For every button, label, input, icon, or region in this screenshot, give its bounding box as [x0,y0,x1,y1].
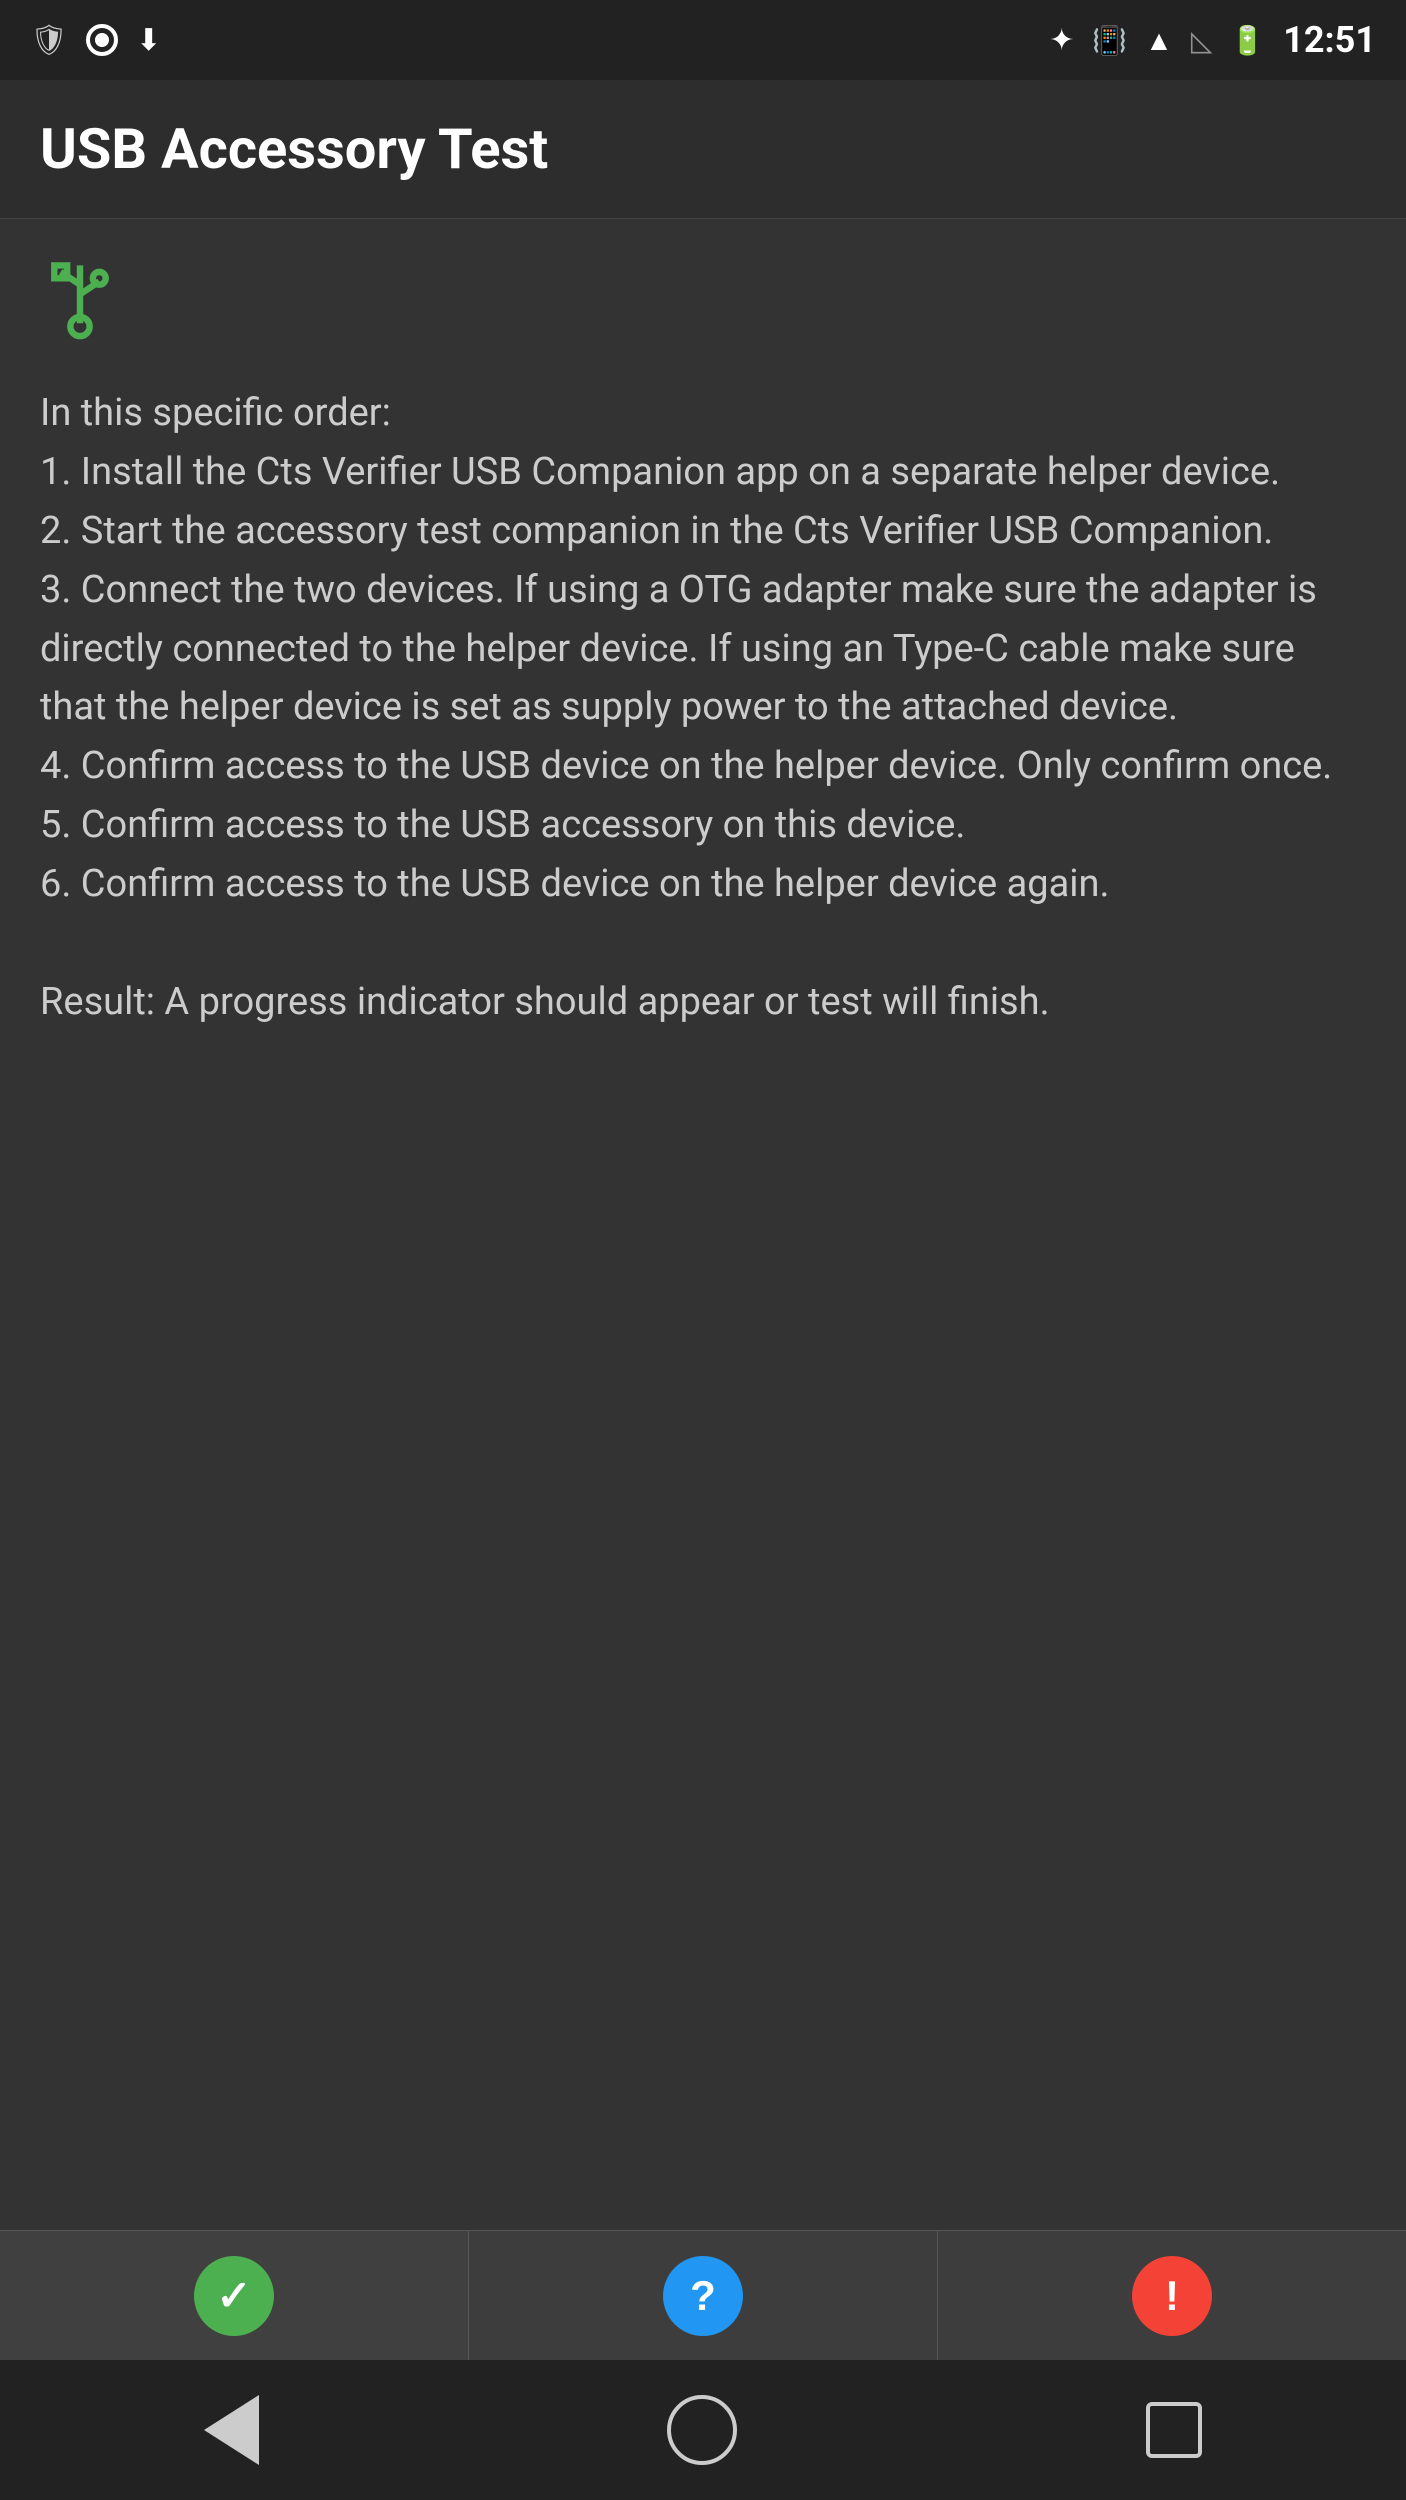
shield-icon: 🛡 [30,23,68,58]
page-title: USB Accessory Test [40,116,548,182]
app-bar: USB Accessory Test [0,80,1406,219]
battery-icon: 🔋 [1230,24,1265,57]
back-icon [204,2395,259,2465]
status-bar-right: ✦ 📳 ▲ ◺ 🔋 12:51 [1049,19,1376,61]
wifi-icon: ▲ [1145,24,1173,57]
fail-icon: ! [1132,2256,1212,2336]
back-button[interactable] [204,2395,259,2465]
pass-icon: ✓ [194,2256,274,2336]
usb-icon [40,259,1366,364]
bluetooth-icon: ✦ [1049,23,1074,58]
instructions-text: In this specific order: 1. Install the C… [40,384,1366,1032]
record-icon [86,24,118,56]
status-bar: 🛡 ⬇ ✦ 📳 ▲ ◺ 🔋 12:51 [0,0,1406,80]
info-button[interactable]: ? [469,2231,938,2360]
home-button[interactable] [667,2395,737,2465]
vibrate-icon: 📳 [1092,24,1127,57]
status-bar-left: 🛡 ⬇ [30,23,161,58]
home-icon [667,2395,737,2465]
bottom-action-bar: ✓ ? ! [0,2230,1406,2360]
recent-icon [1146,2402,1202,2458]
fail-button[interactable]: ! [938,2231,1406,2360]
recent-button[interactable] [1146,2402,1202,2458]
signal-off-icon: ◺ [1191,24,1213,57]
pass-button[interactable]: ✓ [0,2231,469,2360]
content-area: In this specific order: 1. Install the C… [0,219,1406,1072]
time-display: 12:51 [1283,19,1376,61]
navigation-bar [0,2360,1406,2500]
info-icon: ? [663,2256,743,2336]
download-icon: ⬇ [136,23,161,58]
